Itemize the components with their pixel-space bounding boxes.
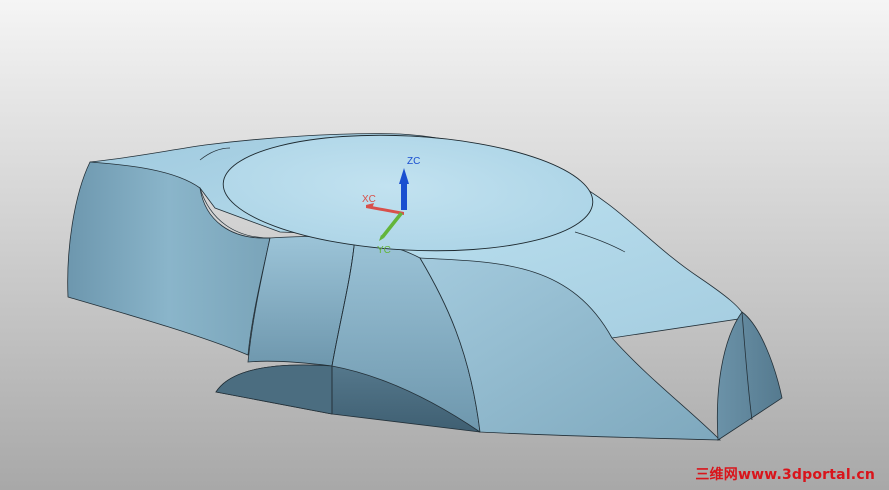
graphics-viewport[interactable]: ZC XC YC 三维网www.3dportal.cn [0, 0, 889, 490]
model-scene[interactable]: ZC XC YC [0, 0, 889, 490]
xc-axis-label: XC [362, 194, 376, 205]
zc-axis-label: ZC [407, 156, 420, 167]
yc-axis-label: YC [377, 245, 391, 256]
site-watermark: 三维网www.3dportal.cn [695, 467, 875, 483]
